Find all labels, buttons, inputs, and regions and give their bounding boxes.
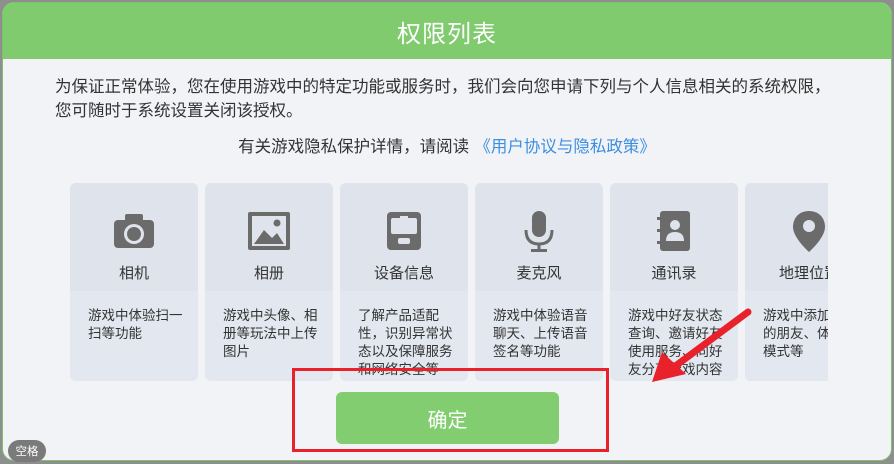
- permission-dialog: 权限列表 为保证正常体验，您在使用游戏中的特定功能或服务时，我们会向您申请下列与…: [2, 2, 892, 461]
- permission-desc: 游戏中好友状态查询、邀请好友使用服务、向好友分享游戏内容: [610, 291, 738, 381]
- permission-desc: 游戏中头像、相册等玩法中上传图片: [205, 291, 333, 381]
- confirm-button[interactable]: 确定: [336, 392, 559, 444]
- privacy-prefix: 有关游戏隐私保护详情，请阅读: [238, 137, 470, 156]
- permission-name: 相机: [118, 264, 149, 282]
- permission-cards-scroller[interactable]: 相机 游戏中体验扫一扫等功能 相册 游戏中头像、相册等玩法中上传图片 设备信息 …: [70, 183, 828, 381]
- permission-card-location: 地理位置 游戏中添加附近的朋友、体验魔模式等: [745, 183, 828, 381]
- intro-text: 为保证正常体验，您在使用游戏中的特定功能或服务时，我们会向您申请下列与个人信息相…: [55, 77, 831, 120]
- privacy-policy-link[interactable]: 《用户协议与隐私政策》: [474, 137, 656, 156]
- image-icon: [248, 212, 290, 250]
- permission-desc: 了解产品适配性，识别异常状态以及保障服务和网络安全等: [340, 291, 468, 381]
- permission-card-album: 相册 游戏中头像、相册等玩法中上传图片: [205, 183, 333, 381]
- location-pin-icon: [793, 211, 825, 252]
- camera-icon: [114, 214, 154, 248]
- permission-card-contacts: 通讯录 游戏中好友状态查询、邀请好友使用服务、向好友分享游戏内容: [610, 183, 738, 381]
- permission-name: 麦克风: [516, 264, 562, 282]
- privacy-line: 有关游戏隐私保护详情，请阅读 《用户协议与隐私政策》: [3, 133, 891, 157]
- permission-card-device-info: 设备信息 了解产品适配性，识别异常状态以及保障服务和网络安全等: [340, 183, 468, 381]
- permission-desc: 游戏中添加附近的朋友、体验魔模式等: [745, 291, 828, 381]
- device-info-icon: [387, 212, 421, 250]
- permission-cards: 相机 游戏中体验扫一扫等功能 相册 游戏中头像、相册等玩法中上传图片 设备信息 …: [70, 183, 828, 381]
- permission-name: 相册: [253, 264, 284, 282]
- contacts-icon: [657, 211, 690, 251]
- space-key-badge: 空格: [8, 440, 46, 462]
- microphone-icon: [524, 211, 554, 252]
- permission-name: 通讯录: [651, 264, 697, 282]
- dialog-title: 权限列表: [397, 19, 497, 48]
- permission-card-camera: 相机 游戏中体验扫一扫等功能: [70, 183, 198, 381]
- permission-desc: 游戏中体验语音聊天、上传语音签名等功能: [475, 291, 603, 381]
- permission-name: 设备信息: [373, 264, 434, 282]
- permission-desc: 游戏中体验扫一扫等功能: [70, 291, 198, 381]
- permission-name: 地理位置: [778, 264, 828, 282]
- dialog-title-bar: 权限列表: [3, 3, 891, 59]
- permission-card-microphone: 麦克风 游戏中体验语音聊天、上传语音签名等功能: [475, 183, 603, 381]
